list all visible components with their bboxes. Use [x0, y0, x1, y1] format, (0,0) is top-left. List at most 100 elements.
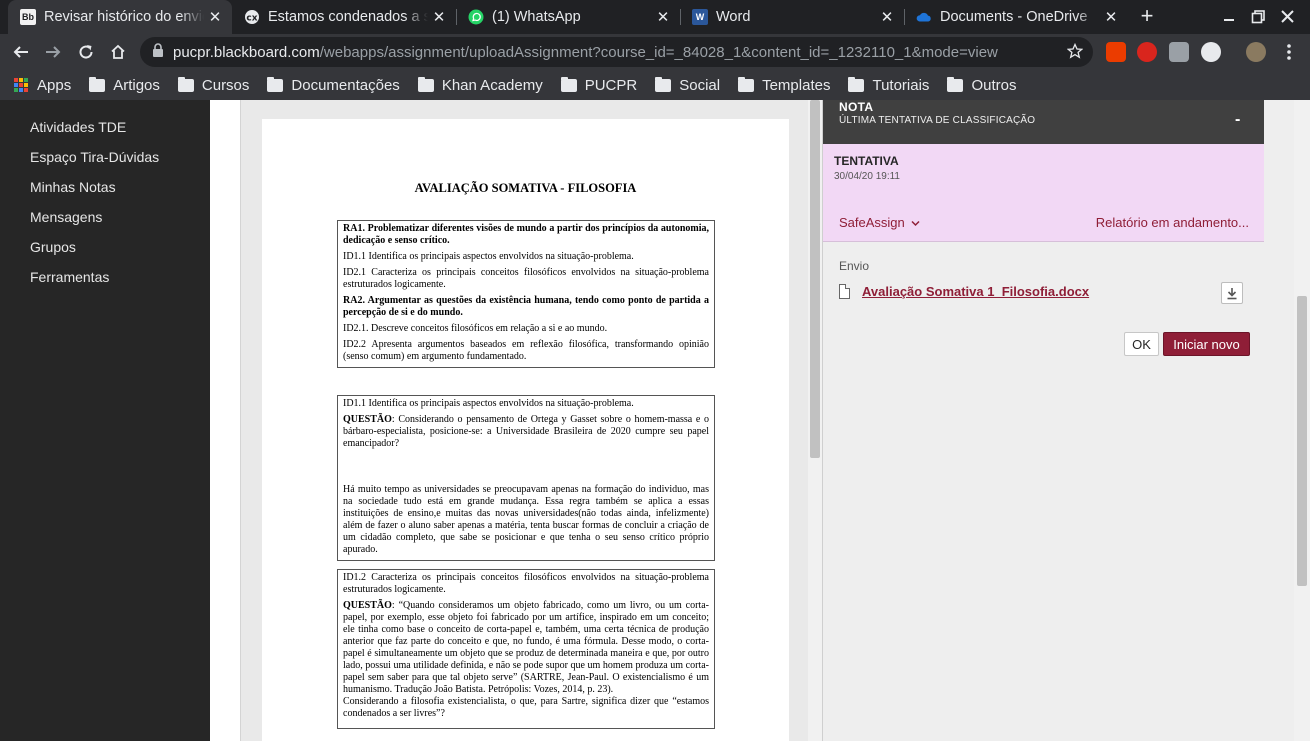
download-icon[interactable] [1221, 282, 1243, 304]
folder-icon [848, 76, 865, 92]
mail-extension-icon[interactable] [1169, 42, 1189, 62]
bookmark-label: Cursos [201, 76, 250, 94]
forward-icon[interactable] [40, 39, 66, 65]
tab-title: Estamos condenados a ser livres [268, 9, 428, 25]
submission-panel: NOTA ÚLTIMA TENTATIVA DE CLASSIFICAÇÃO -… [822, 100, 1294, 741]
grade-subtitle: ÚLTIMA TENTATIVA DE CLASSIFICAÇÃO [839, 115, 1036, 126]
viewer-scrollbar-thumb[interactable] [810, 100, 820, 458]
close-tab-icon[interactable]: ✕ [1100, 8, 1122, 26]
id22-text: ID2.2 Apresenta argumentos baseados em r… [343, 339, 709, 362]
nav-item-atividades-tde[interactable]: Atividades TDE [0, 118, 210, 148]
attempt-card: TENTATIVA 30/04/20 19:11 SafeAssign Rela… [823, 144, 1264, 242]
close-tab-icon[interactable]: ✕ [204, 8, 226, 26]
nav-item-espaco-tira-duvidas[interactable]: Espaço Tira-Dúvidas [0, 148, 210, 178]
browser-toolbar: pucpr.blackboard.com /webapps/assignment… [0, 34, 1310, 70]
office-extension-icon[interactable] [1106, 42, 1126, 62]
question-2-follow: Considerando a filosofia existencialista… [343, 696, 709, 719]
question-2-text: QUESTÃO: “Quando consideramos um objeto … [343, 600, 709, 696]
word-icon: W [692, 9, 708, 25]
close-tab-icon[interactable]: ✕ [428, 8, 450, 26]
page-icon: cx [244, 9, 260, 25]
nav-item-ferramentas[interactable]: Ferramentas [0, 268, 210, 298]
bookmark-outros[interactable]: Outros [947, 76, 1017, 94]
bookmark-tutoriais[interactable]: Tutoriais [848, 76, 930, 94]
tab-estamos[interactable]: cx Estamos condenados a ser livres ✕ [232, 0, 456, 34]
attempt-label: TENTATIVA [834, 154, 899, 168]
speed-extension-icon[interactable] [1201, 42, 1221, 62]
bookmarks-bar: Apps Artigos Cursos Documentações Khan A… [0, 70, 1310, 100]
grade-header: NOTA ÚLTIMA TENTATIVA DE CLASSIFICAÇÃO - [823, 100, 1264, 144]
bookmark-artigos[interactable]: Artigos [89, 76, 160, 94]
question-label: QUESTÃO [343, 600, 392, 611]
bookmark-label: Tutoriais [872, 76, 930, 94]
tab-onedrive[interactable]: Documents - OneDrive ✕ [904, 0, 1128, 34]
page-scrollbar-thumb[interactable] [1297, 296, 1307, 586]
ra2-text: RA2. Argumentar as questões da existênci… [343, 295, 709, 318]
safeassign-dropdown[interactable]: SafeAssign [839, 215, 920, 230]
minimize-icon[interactable] [1219, 6, 1241, 28]
nav-item-grupos[interactable]: Grupos [0, 238, 210, 268]
tab-strip: Bb Revisar histórico do envio ✕ cx Estam… [0, 0, 1310, 34]
bookmark-label: PUCPR [584, 76, 638, 94]
nav-item-mensagens[interactable]: Mensagens [0, 208, 210, 238]
back-icon[interactable] [8, 39, 34, 65]
reload-icon[interactable] [73, 39, 99, 65]
whatsapp-icon [468, 9, 484, 25]
start-new-button[interactable]: Iniciar novo [1163, 332, 1250, 356]
learning-outcomes-box: RA1. Problematizar diferentes visões de … [337, 220, 715, 368]
tab-title: (1) WhatsApp [492, 9, 581, 25]
bookmark-pucpr[interactable]: PUCPR [560, 76, 638, 94]
avatar[interactable] [1246, 42, 1266, 62]
bookmark-templates[interactable]: Templates [738, 76, 831, 94]
ok-button[interactable]: OK [1124, 332, 1159, 356]
document-canvas: AVALIAÇÃO SOMATIVA - FILOSOFIA RA1. Prob… [240, 100, 810, 741]
bookmark-label: Outros [971, 76, 1017, 94]
question-label: QUESTÃO [343, 414, 392, 425]
new-tab-button[interactable]: + [1136, 4, 1158, 30]
report-status[interactable]: Relatório em andamento... [1096, 215, 1249, 230]
bookmark-apps[interactable]: Apps [14, 77, 71, 94]
close-tab-icon[interactable]: ✕ [652, 8, 674, 26]
id21-text: ID2.1 Caracteriza os principais conceito… [343, 267, 709, 290]
tab-word[interactable]: W Word ✕ [680, 0, 904, 34]
tab-revisar[interactable]: Bb Revisar histórico do envio ✕ [8, 0, 232, 34]
menu-icon[interactable] [1276, 39, 1302, 65]
folder-icon [89, 76, 106, 92]
submission-label: Envio [839, 259, 870, 273]
id21b-text: ID2.1. Descreve conceitos filosóficos em… [343, 323, 608, 334]
ra1-text: RA1. Problematizar diferentes visões de … [343, 223, 709, 246]
bookmark-khan-academy[interactable]: Khan Academy [417, 76, 543, 94]
maximize-icon[interactable] [1248, 6, 1270, 28]
tab-whatsapp[interactable]: (1) WhatsApp ✕ [456, 0, 680, 34]
collapse-button[interactable]: - [1235, 111, 1240, 129]
apps-grid-icon [14, 78, 28, 92]
nav-item-minhas-notas[interactable]: Minhas Notas [0, 178, 210, 208]
bookmark-label: Khan Academy [441, 76, 543, 94]
safeassign-label: SafeAssign [839, 215, 905, 230]
bookmark-label: Artigos [113, 76, 160, 94]
question-1-box: ID1.1 Identifica os principais aspectos … [337, 395, 715, 561]
bookmark-social[interactable]: Social [655, 76, 721, 94]
document-viewer[interactable]: AVALIAÇÃO SOMATIVA - FILOSOFIA RA1. Prob… [210, 100, 822, 741]
adblock-extension-icon[interactable] [1137, 42, 1157, 62]
bookmark-cursos[interactable]: Cursos [177, 76, 250, 94]
bookmark-documentacoes[interactable]: Documentações [267, 76, 400, 94]
close-tab-icon[interactable]: ✕ [876, 8, 898, 26]
submitted-file-link[interactable]: Avaliação Somativa 1_Filosofia.docx [862, 284, 1089, 299]
svg-text:cx: cx [246, 14, 257, 24]
question-body: : “Quando consideramos um objeto fabrica… [343, 600, 709, 695]
lock-icon [152, 43, 164, 61]
bookmark-star-icon[interactable] [1066, 42, 1084, 63]
home-icon[interactable] [105, 39, 131, 65]
document-icon [839, 284, 850, 299]
address-bar[interactable]: pucpr.blackboard.com /webapps/assignment… [140, 37, 1093, 67]
close-window-icon[interactable] [1277, 6, 1299, 28]
document-page: AVALIAÇÃO SOMATIVA - FILOSOFIA RA1. Prob… [262, 119, 789, 741]
id11-text: ID1.1 Identifica os principais aspectos … [343, 251, 634, 262]
folder-icon [947, 76, 964, 92]
bookmark-label: Templates [762, 76, 831, 94]
bookmark-label: Social [679, 76, 721, 94]
question-body: : Considerando o pensamento de Ortega y … [343, 414, 709, 449]
bookmark-label: Documentações [291, 76, 400, 94]
folder-icon [267, 76, 284, 92]
